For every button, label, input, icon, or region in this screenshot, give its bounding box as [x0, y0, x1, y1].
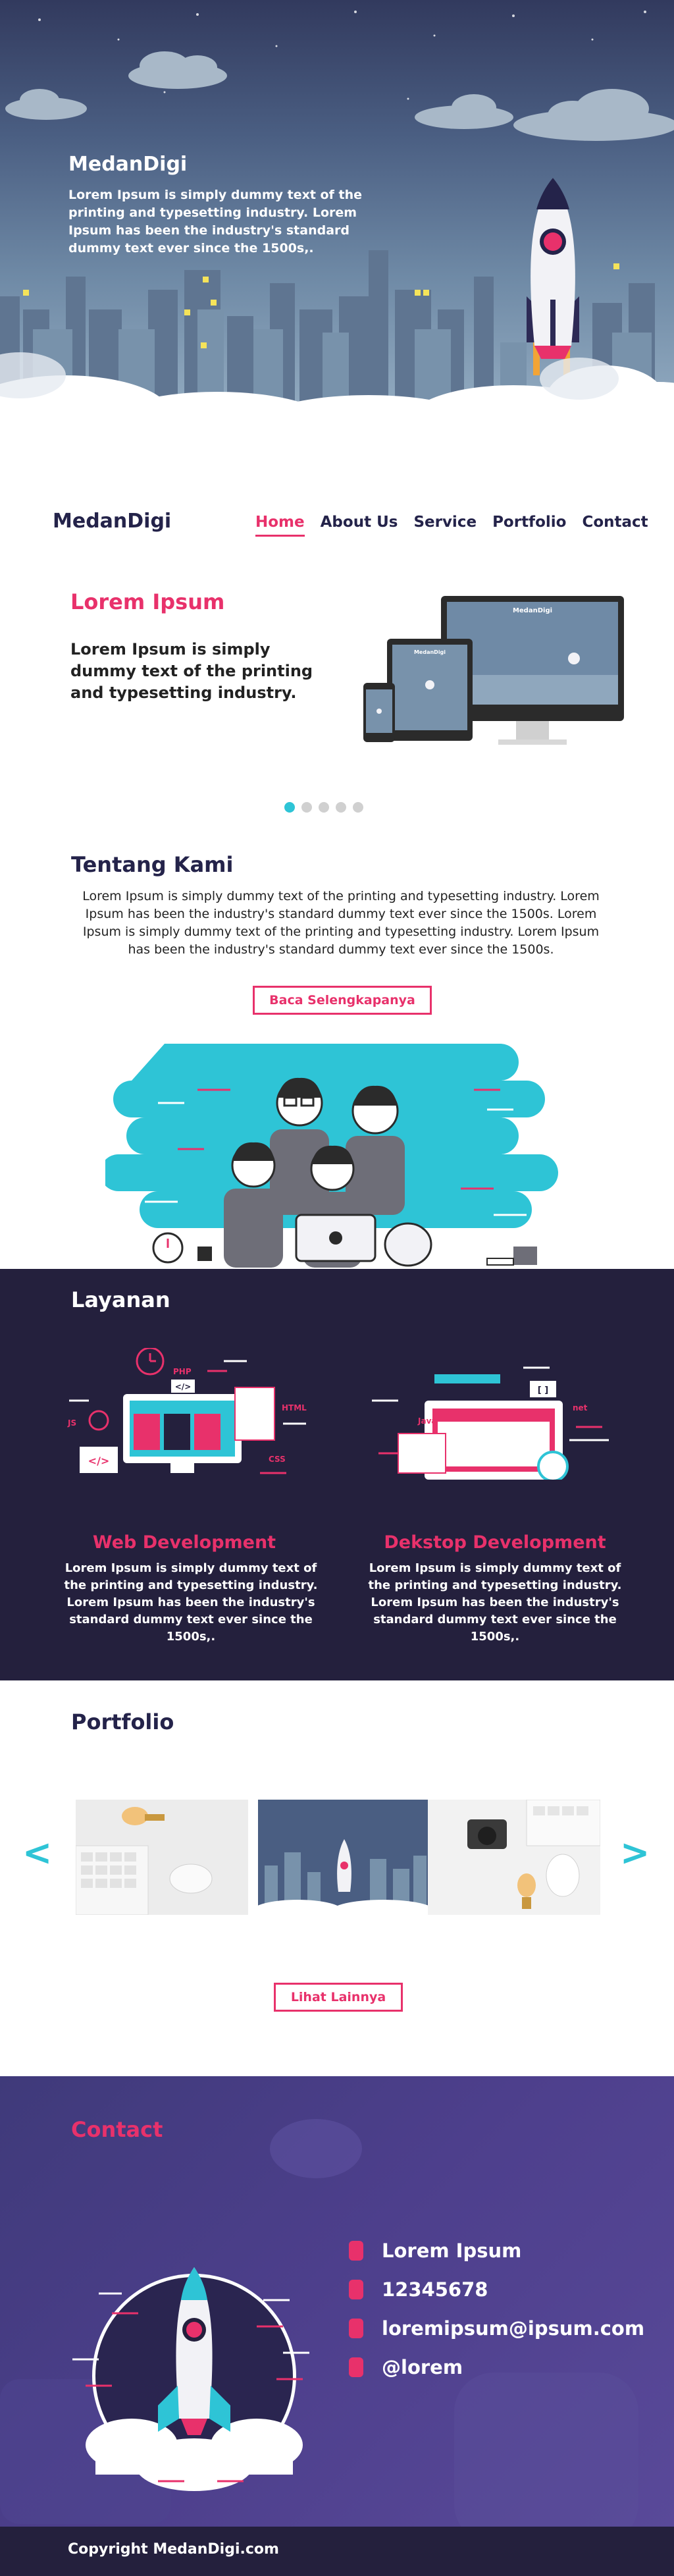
nav-item-home[interactable]: Home [255, 514, 305, 537]
contact-section: Contact Lorem Ipsum 12345678 loremipsum@… [0, 2076, 674, 2576]
slide-description: Lorem Ipsum is simply dummy text of the … [70, 640, 313, 702]
main-navbar: MedanDigi Home About Us Service Portfoli… [0, 500, 674, 547]
svg-text:HTML: HTML [282, 1403, 307, 1412]
contact-phone-row: 12345678 [349, 2278, 488, 2301]
about-title: Tentang Kami [71, 852, 234, 877]
svg-text:JS: JS [67, 1418, 76, 1428]
phone-marker-icon [349, 2280, 363, 2299]
portfolio-item-3[interactable] [428, 1800, 600, 1915]
service-desktop-title: Dekstop Development [384, 1532, 606, 1553]
svg-text:CSS: CSS [269, 1455, 286, 1464]
footer: Copyright MedanDigi.com [0, 2527, 674, 2576]
contact-phone[interactable]: 12345678 [382, 2278, 488, 2301]
portfolio-item-2[interactable] [258, 1800, 430, 1915]
slider-dot-1[interactable] [284, 802, 295, 813]
nav-item-service[interactable]: Service [413, 514, 477, 537]
web-development-icon: </> </> PHP HTML JS CSS [67, 1348, 307, 1474]
contact-social-row: @lorem [349, 2356, 463, 2378]
portfolio-item-1[interactable] [76, 1800, 248, 1915]
email-marker-icon [349, 2319, 363, 2338]
nav-item-about-us[interactable]: About Us [321, 514, 398, 537]
contact-social[interactable]: @lorem [382, 2356, 463, 2378]
slider-dot-4[interactable] [336, 802, 346, 813]
responsive-devices-illustration: MedanDigi MedanDigi [363, 596, 624, 745]
nav-item-portfolio[interactable]: Portfolio [492, 514, 566, 537]
svg-text:Java: Java [417, 1416, 436, 1426]
slide-title: Lorem Ipsum [70, 589, 225, 614]
rocket-icon [527, 178, 579, 375]
contact-title: Contact [71, 2117, 163, 2142]
portfolio-prev-arrow[interactable]: < [22, 1832, 52, 1873]
team-illustration [105, 1044, 579, 1269]
services-section: Layanan </> </> PHP HTML JS CSS Web Deve… [0, 1269, 674, 1680]
nav-item-contact[interactable]: Contact [582, 514, 648, 537]
nav-menu: Home About Us Service Portfolio Contact [255, 514, 648, 537]
hero-description: Lorem Ipsum is simply dummy text of the … [68, 188, 362, 255]
slider-dot-3[interactable] [319, 802, 329, 813]
svg-text:[ ]: [ ] [538, 1385, 548, 1395]
svg-text:PHP: PHP [173, 1367, 192, 1376]
monitor-screen-title: MedanDigi [513, 607, 552, 614]
city-rocket-image [258, 1800, 430, 1915]
social-marker-icon [349, 2357, 363, 2377]
service-web-title: Web Development [92, 1532, 276, 1553]
copyright-text: Copyright MedanDigi.com [68, 2541, 279, 2558]
contact-name: Lorem Ipsum [382, 2240, 522, 2262]
hero-section: MedanDigi Lorem Ipsum is simply dummy te… [0, 0, 674, 448]
slider-dots [284, 802, 363, 813]
hero-brand: MedanDigi [68, 153, 188, 176]
keyboard-mouse-image [76, 1807, 213, 1915]
tablet-screen-title: MedanDigi [414, 649, 446, 655]
desktop-development-icon: [ ] Java net [372, 1366, 609, 1480]
contact-email[interactable]: loremipsum@ipsum.com [382, 2317, 644, 2340]
portfolio-next-arrow[interactable]: > [620, 1832, 650, 1873]
svg-text:</>: </> [175, 1382, 192, 1391]
services-title: Layanan [71, 1287, 170, 1312]
camera-keyboard-image [467, 1800, 600, 1909]
slider-dot-2[interactable] [301, 802, 312, 813]
about-description: Lorem Ipsum is simply dummy text of the … [82, 889, 600, 957]
view-more-button[interactable]: Lihat Lainnya [274, 1983, 403, 2012]
contact-email-row: loremipsum@ipsum.com [349, 2317, 644, 2340]
svg-text:net: net [573, 1403, 588, 1412]
svg-text:</>: </> [88, 1455, 110, 1467]
site-logo[interactable]: MedanDigi [53, 510, 171, 533]
service-desktop-description: Lorem Ipsum is simply dummy text of the … [368, 1561, 622, 1644]
portfolio-title: Portfolio [71, 1709, 174, 1734]
contact-name-row: Lorem Ipsum [349, 2240, 521, 2262]
slider-dot-5[interactable] [353, 802, 363, 813]
read-more-button[interactable]: Baca Selengkapanya [253, 986, 432, 1015]
landing-page: MedanDigi Lorem Ipsum is simply dummy te… [0, 0, 674, 2576]
service-web-description: Lorem Ipsum is simply dummy text of the … [64, 1561, 318, 1644]
contact-marker-icon [349, 2241, 363, 2261]
